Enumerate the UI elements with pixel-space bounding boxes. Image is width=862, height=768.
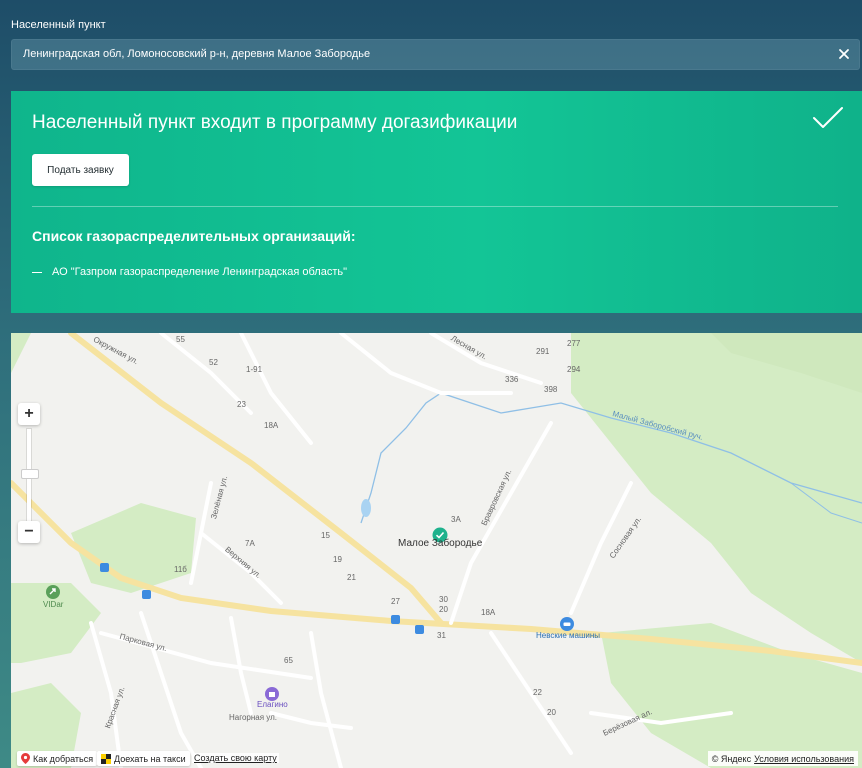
- zoom-slider-track[interactable]: [21, 429, 39, 521]
- zoom-in-button[interactable]: +: [18, 403, 40, 425]
- house-number: 291: [536, 347, 550, 356]
- house-number: 52: [209, 358, 218, 367]
- house-number: 21: [347, 573, 356, 582]
- apply-button[interactable]: Подать заявку: [32, 154, 129, 186]
- poi-label: VIDar: [43, 600, 64, 609]
- minor-road: [429, 333, 543, 385]
- house-number: 3А: [451, 515, 461, 524]
- house-number: 65: [284, 656, 293, 665]
- taxi-button-label: Доехать на такси: [114, 753, 186, 764]
- bus-stop-icon[interactable]: [415, 625, 424, 634]
- house-number: 23: [237, 400, 246, 409]
- house-number: 1-91: [246, 365, 263, 374]
- create-map-link[interactable]: Создать свою карту: [192, 753, 279, 763]
- house-number: 18А: [264, 421, 279, 430]
- minor-road: [199, 531, 283, 605]
- house-number: 277: [567, 339, 581, 348]
- org-list-item: АО "Газпром газораспределение Ленинградс…: [32, 266, 347, 278]
- poi-label: Елагино: [257, 700, 288, 709]
- result-title: Населенный пункт входит в программу дога…: [32, 112, 518, 133]
- house-number: 31: [437, 631, 446, 640]
- house-number: 55: [176, 335, 185, 344]
- house-number: 20: [547, 708, 556, 717]
- copyright-text: © Яндекс: [711, 753, 752, 764]
- zoom-slider-handle[interactable]: [21, 469, 39, 479]
- house-number: 294: [567, 365, 581, 374]
- pond: [361, 499, 371, 517]
- house-number: 20: [439, 605, 448, 614]
- house-number: 27: [391, 597, 400, 606]
- taxi-icon: [101, 753, 111, 764]
- house-number: 398: [544, 385, 558, 394]
- search-value[interactable]: Ленинградская обл, Ломоносовский р-н, де…: [23, 48, 370, 60]
- result-card: Населенный пункт входит в программу дога…: [11, 91, 862, 313]
- map[interactable]: Окружная ул. Лесная ул. Зелёная ул. Брав…: [11, 333, 862, 768]
- map-footer: Как добраться Доехать на такси Создать с…: [11, 748, 862, 768]
- house-number: 336: [505, 375, 519, 384]
- list-dash: [32, 271, 42, 273]
- bus-stop-icon[interactable]: [391, 615, 400, 624]
- house-number: 18А: [481, 608, 496, 617]
- street-label: Нагорная ул.: [229, 713, 278, 722]
- house-number: 19: [333, 555, 342, 564]
- terms-link[interactable]: Условия использования: [754, 754, 854, 764]
- zoom-control: + −: [18, 403, 40, 548]
- forest-area: [571, 333, 862, 663]
- bus-stop-icon[interactable]: [100, 563, 109, 572]
- car-service-icon[interactable]: [560, 617, 574, 631]
- taxi-button[interactable]: Доехать на такси: [97, 751, 190, 766]
- house-number: 15: [321, 531, 330, 540]
- checkmark-icon: [813, 107, 843, 128]
- house-number: 7А: [245, 539, 255, 548]
- house-number: 22: [533, 688, 542, 697]
- minor-road: [449, 421, 553, 625]
- location-pin-icon: [21, 753, 30, 764]
- poi-arrow-icon[interactable]: [46, 585, 60, 599]
- minor-road: [139, 611, 203, 768]
- orgs-heading: Список газораспределительных организаций…: [32, 228, 356, 244]
- bus-stop-icon[interactable]: [142, 590, 151, 599]
- map-canvas[interactable]: [11, 333, 862, 768]
- house-number: 30: [439, 595, 448, 604]
- zoom-out-button[interactable]: −: [18, 521, 40, 543]
- house-number: 11б: [174, 565, 187, 574]
- org-name: АО "Газпром газораспределение Ленинградс…: [52, 266, 348, 278]
- search-label: Населенный пункт: [11, 19, 106, 31]
- poi-label: Невские машины: [536, 631, 601, 640]
- search-field[interactable]: Ленинградская обл, Ломоносовский р-н, де…: [11, 39, 860, 70]
- place-name: Малое Забородье: [398, 538, 483, 549]
- minor-road: [489, 631, 573, 755]
- minor-road: [269, 711, 353, 730]
- forest-area: [11, 333, 31, 373]
- copyright: © Яндекс Условия использования: [707, 751, 858, 766]
- divider: [32, 206, 838, 207]
- education-icon[interactable]: [265, 687, 279, 701]
- route-button[interactable]: Как добраться: [17, 751, 98, 766]
- close-icon[interactable]: [836, 46, 852, 62]
- route-button-label: Как добраться: [33, 753, 94, 764]
